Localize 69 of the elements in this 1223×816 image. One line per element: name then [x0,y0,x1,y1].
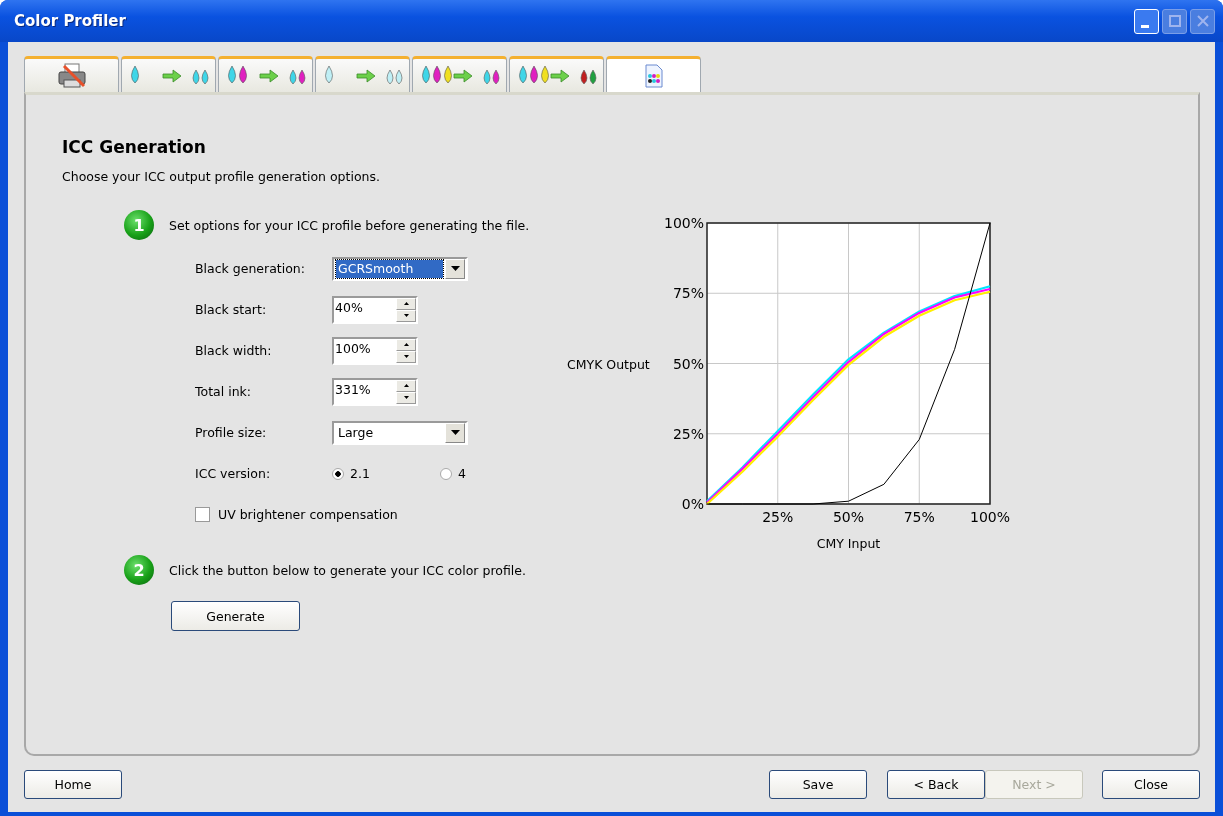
footer-button[interactable]: Home [24,769,122,799]
dropdown-value: Large [337,423,375,442]
close-button[interactable] [1190,8,1215,34]
radio-option[interactable]: 4 [439,466,466,481]
minimize-icon [1140,24,1149,28]
spinner-field[interactable]: 100% [332,336,418,365]
tab[interactable] [412,56,507,92]
radio-button[interactable] [332,467,344,480]
section-description: Choose your ICC output profile generation options. [62,169,381,184]
y-tick-label: 75% [672,285,704,302]
checkbox-option[interactable]: UV brightener compensation [195,507,398,522]
tab[interactable] [315,56,410,92]
up-caret-icon [403,302,409,305]
dropdown[interactable]: GCRSmooth [332,256,468,281]
tab[interactable] [218,56,313,92]
dropdown-value: GCRSmooth [336,259,443,278]
x-tick-label: 100% [970,509,1010,525]
y-tick-label: 0% [681,496,704,512]
step-instruction: Click the button below to generate your ICC color profile. [169,562,526,578]
footer-button[interactable]: < Back [887,769,985,799]
spinner-field[interactable]: 40% [332,295,418,324]
checkbox[interactable] [195,507,210,522]
option-label: Black width: [195,343,273,358]
printer-icon [55,61,88,90]
step-badge: 2 [124,555,154,585]
tab[interactable] [606,56,701,92]
dropdown-arrow-button[interactable] [445,258,465,279]
tab[interactable] [24,56,119,92]
option-label: ICC version: [195,466,272,481]
x-tick-label: 25% [762,509,794,525]
up-caret-icon [403,343,409,346]
radio-option[interactable]: 2.1 [332,466,370,481]
down-caret-icon [403,314,409,317]
spin-up-button[interactable] [396,379,416,392]
step-instruction: Set options for your ICC profile before generating the file. [169,217,530,233]
x-tick-label: 75% [903,509,935,525]
down-caret-icon [403,355,409,358]
window-title: Color Profiler [14,12,127,30]
y-tick-label: 50% [672,355,704,372]
caret-icon [450,266,460,271]
spin-up-button[interactable] [396,338,416,351]
dropdown[interactable]: Large [332,420,468,445]
close-icon [1196,15,1209,27]
option-label: Total ink: [195,384,252,399]
spin-up-button[interactable] [396,297,416,310]
maximize-button[interactable] [1162,8,1187,34]
maximize-icon [1168,15,1181,27]
footer-button[interactable]: Close [1102,769,1200,799]
dropdown-arrow-button[interactable] [445,422,465,443]
minimize-button[interactable] [1134,8,1159,34]
section-heading: ICC Generation [62,137,207,157]
radio-button[interactable] [439,467,452,480]
caret-icon [450,430,460,435]
footer-button[interactable]: Save [769,769,867,799]
y-tick-label: 25% [672,425,704,442]
x-axis-label: CMY Input [816,536,881,551]
option-label: Profile size: [195,425,268,440]
up-caret-icon [403,384,409,387]
down-caret-icon [403,396,409,399]
option-label: Black start: [195,302,268,317]
option-label: Black generation: [195,261,306,276]
tab[interactable] [509,56,604,92]
x-tick-label: 50% [832,509,865,525]
tab[interactable] [121,56,216,92]
y-tick-label: 100% [663,215,704,231]
spinner-field[interactable]: 331% [332,377,418,406]
y-axis-label: CMYK Output [567,356,650,372]
step-badge: 1 [124,210,154,240]
generate-button[interactable]: Generate [171,601,300,631]
